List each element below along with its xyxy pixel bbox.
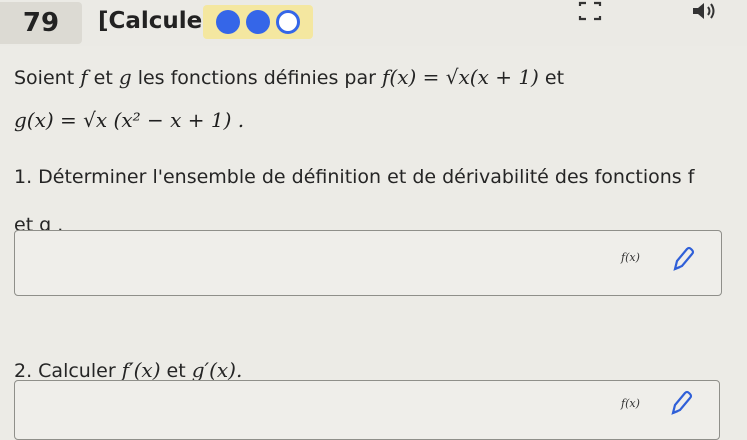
progress-dot-2 [246,10,270,34]
problem-statement: Soient f et g les fonctions définies par… [14,64,564,92]
answer-2-label: f(x) [621,397,640,410]
speaker-icon[interactable] [690,0,720,22]
f-definition: f(x) = √x(x + 1) [381,65,539,89]
statement-et2: et [544,67,565,89]
statement-rest: les fonctions définies par [137,67,376,89]
pencil-icon[interactable] [669,245,695,275]
question-1-text: 1. Déterminer l'ensemble de définition e… [14,166,695,188]
progress-dot-3 [276,10,300,34]
g-symbol: g [118,65,132,89]
f-prime: f′(x) [121,358,161,382]
question-header: 79 [Calculer.] [0,0,747,46]
screen-icon[interactable] [576,0,604,22]
f-symbol: f [80,65,88,89]
answer-field-1[interactable]: f(x) [14,230,722,296]
g-prime: g′(x). [191,358,243,382]
question-2-text: 2. Calculer f′(x) et g′(x). [14,358,242,382]
question-number: 79 [0,2,82,44]
progress-indicator [203,5,313,39]
statement-intro: Soient [14,67,75,89]
answer-1-label: f(x) [621,251,640,264]
statement-et: et [93,67,113,89]
g-definition: g(x) = √x (x² − x + 1) . [14,108,245,132]
question-2-et: et [166,360,186,382]
progress-dot-1 [216,10,240,34]
question-2-prefix: 2. Calculer [14,360,116,382]
answer-field-2[interactable]: f(x) [14,380,720,440]
pencil-icon[interactable] [667,389,693,419]
